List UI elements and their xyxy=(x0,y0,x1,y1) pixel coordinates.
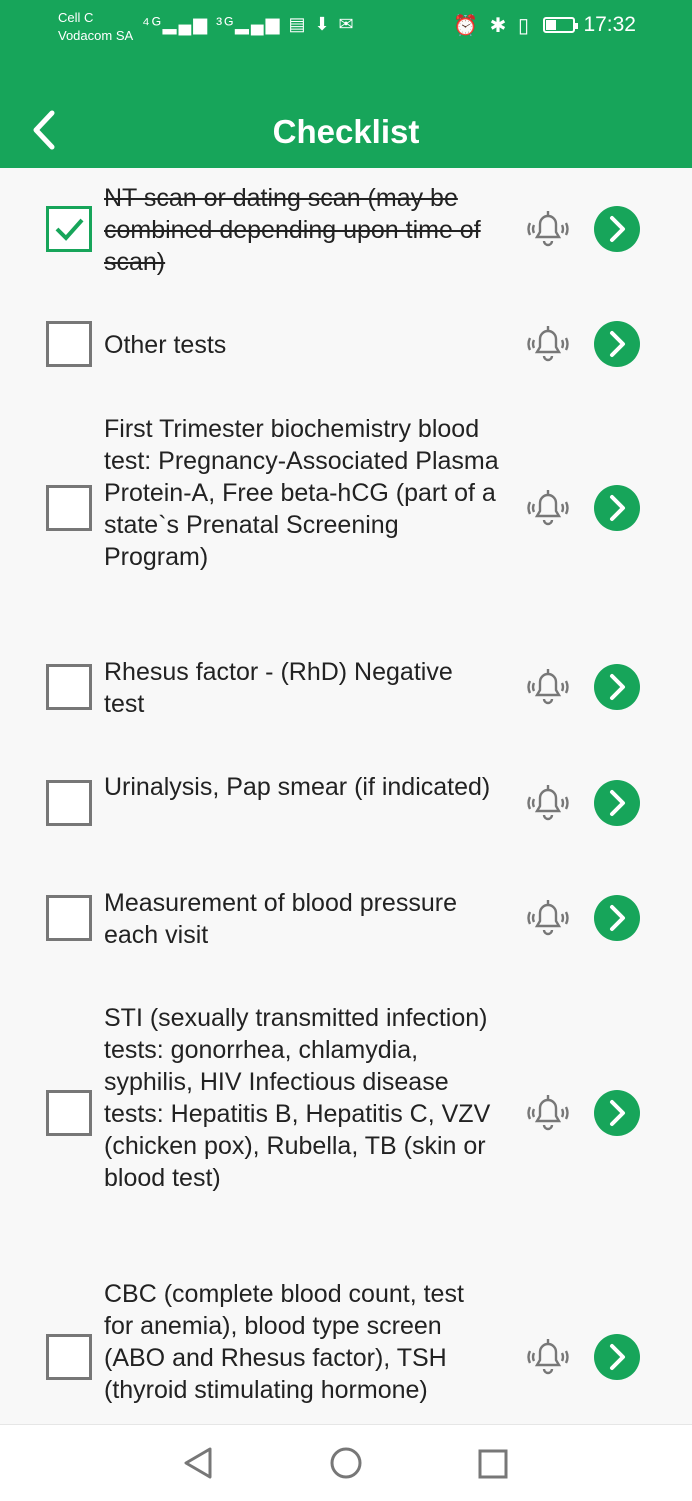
checklist-item: First Trimester biochemistry blood test:… xyxy=(0,413,692,605)
open-item-button[interactable] xyxy=(594,780,640,826)
item-label: STI (sexually transmitted infection) tes… xyxy=(104,1004,491,1192)
nav-back-icon[interactable] xyxy=(181,1445,217,1481)
item-checkbox[interactable] xyxy=(46,485,92,531)
battery-icon xyxy=(543,17,578,33)
checklist-item: Rhesus factor - (RhD) Negative test xyxy=(0,656,692,720)
checklist-item: Urinalysis, Pap smear (if indicated) xyxy=(0,771,692,835)
chevron-right-icon xyxy=(610,495,625,521)
chevron-right-icon xyxy=(610,905,625,931)
chevron-right-icon xyxy=(610,790,625,816)
item-label: Urinalysis, Pap smear (if indicated) xyxy=(104,773,491,801)
checklist: NT scan or dating scan (may be combined … xyxy=(0,168,692,1424)
checkmark-icon xyxy=(55,218,84,241)
notification-icons: ⁴ᴳ▂▄▆ ³ᴳ▂▄▆ ▤ ⬇ ✉ xyxy=(142,14,356,34)
open-item-button[interactable] xyxy=(594,321,640,367)
bell-ringing-icon[interactable] xyxy=(523,321,573,367)
nav-recents-icon[interactable] xyxy=(476,1447,510,1481)
bell-ringing-icon[interactable] xyxy=(523,664,573,710)
item-label: Measurement of blood pressure each visit xyxy=(104,889,457,949)
status-bar: Cell C Vodacom SA ⁴ᴳ▂▄▆ ³ᴳ▂▄▆ ▤ ⬇ ✉ ⏰ ✱ … xyxy=(0,0,692,55)
open-item-button[interactable] xyxy=(594,485,640,531)
navigation-bar xyxy=(0,1424,692,1501)
system-icons: ⏰ ✱ ▯ xyxy=(453,15,532,37)
checklist-item: STI (sexually transmitted infection) tes… xyxy=(0,1002,692,1226)
bell-ringing-icon[interactable] xyxy=(523,1090,573,1136)
carrier-line-1: Cell C xyxy=(58,10,94,25)
bell-ringing-icon[interactable] xyxy=(523,895,573,941)
item-checkbox[interactable] xyxy=(46,321,92,367)
checklist-item: Measurement of blood pressure each visit xyxy=(0,887,692,951)
item-label: NT scan or dating scan (may be combined … xyxy=(104,184,481,276)
item-label: Rhesus factor - (RhD) Negative test xyxy=(104,658,453,718)
bell-ringing-icon[interactable] xyxy=(523,780,573,826)
open-item-button[interactable] xyxy=(594,895,640,941)
item-checkbox[interactable] xyxy=(46,664,92,710)
item-checkbox[interactable] xyxy=(46,780,92,826)
status-time: 17:32 xyxy=(583,13,636,36)
item-label: CBC (complete blood count, test for anem… xyxy=(104,1280,464,1404)
checklist-item: NT scan or dating scan (may be combined … xyxy=(0,182,692,294)
checklist-item: Other tests xyxy=(0,321,692,371)
bell-ringing-icon[interactable] xyxy=(523,206,573,252)
open-item-button[interactable] xyxy=(594,206,640,252)
chevron-right-icon xyxy=(610,216,625,242)
chevron-right-icon xyxy=(610,331,625,357)
chevron-right-icon xyxy=(610,674,625,700)
bell-ringing-icon[interactable] xyxy=(523,1334,573,1380)
carrier-info: Cell C Vodacom SA xyxy=(58,9,133,45)
bell-ringing-icon[interactable] xyxy=(523,485,573,531)
open-item-button[interactable] xyxy=(594,1334,640,1380)
checklist-item: CBC (complete blood count, test for anem… xyxy=(0,1278,692,1424)
open-item-button[interactable] xyxy=(594,664,640,710)
item-label: Other tests xyxy=(104,331,227,359)
open-item-button[interactable] xyxy=(594,1090,640,1136)
item-checkbox[interactable] xyxy=(46,1334,92,1380)
item-checkbox[interactable] xyxy=(46,895,92,941)
app-bar: Checklist xyxy=(0,55,692,168)
nav-home-icon[interactable] xyxy=(328,1445,364,1481)
chevron-right-icon xyxy=(610,1100,625,1126)
item-checkbox[interactable] xyxy=(46,206,92,252)
item-label: First Trimester biochemistry blood test:… xyxy=(104,415,499,571)
carrier-line-2: Vodacom SA xyxy=(58,28,134,43)
page-title: Checklist xyxy=(272,113,420,150)
item-checkbox[interactable] xyxy=(46,1090,92,1136)
chevron-right-icon xyxy=(610,1344,625,1370)
